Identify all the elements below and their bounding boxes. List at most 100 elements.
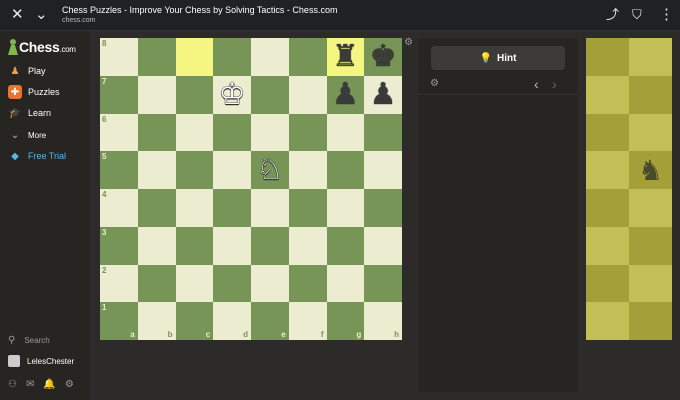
square-a3[interactable]: 3 (100, 226, 138, 265)
square-c3[interactable] (175, 226, 214, 265)
square-d8[interactable] (213, 38, 251, 76)
friends-icon[interactable]: ⚇ (8, 379, 17, 390)
square-g1[interactable]: g (326, 302, 365, 340)
square-g7[interactable]: ♟ (326, 75, 365, 114)
square-a4[interactable]: 4 (100, 189, 138, 227)
hint-button[interactable]: 💡 Hint (431, 46, 565, 70)
square-d6[interactable] (213, 113, 251, 152)
file-label: h (394, 330, 399, 339)
square-b1[interactable]: b (137, 302, 176, 340)
more-options-icon[interactable]: ⋮ (659, 5, 674, 25)
black-rook-piece[interactable]: ♜ (327, 38, 365, 76)
square-h7[interactable]: ♟ (364, 75, 402, 114)
square-c6[interactable] (175, 113, 214, 152)
square-b5[interactable] (137, 151, 176, 189)
square-d1[interactable]: d (213, 302, 251, 340)
square-d3[interactable] (213, 226, 251, 265)
square-b3[interactable] (137, 226, 176, 265)
square-a5[interactable]: 5 (100, 151, 138, 189)
chevron-down-icon[interactable]: ⌄ (35, 5, 48, 25)
square-g2[interactable] (326, 264, 365, 303)
sidebar-search[interactable]: ⚲ Search (8, 335, 50, 346)
next-move-icon[interactable]: › (552, 76, 557, 92)
square-d2[interactable] (213, 264, 251, 303)
square-a8[interactable]: 8 (100, 38, 138, 76)
square-g3[interactable] (326, 226, 365, 265)
square-a7[interactable]: 7 (100, 75, 138, 114)
settings-gear-icon[interactable]: ⚙ (65, 379, 74, 390)
sidebar-item-label: Play (28, 66, 46, 76)
square-g5[interactable] (326, 151, 365, 189)
square-f3[interactable] (288, 226, 327, 265)
square-e6[interactable] (251, 113, 289, 152)
sidebar-item-more[interactable]: ⌄ More (8, 127, 46, 143)
square-a2[interactable]: 2 (100, 264, 138, 303)
sidebar-item-puzzles[interactable]: ✚ Puzzles (8, 84, 60, 100)
square-e1[interactable]: e (251, 302, 289, 340)
square-c5[interactable] (175, 151, 214, 189)
square-e5[interactable]: ♘ (251, 151, 289, 189)
square-h8[interactable]: ♚ (364, 38, 402, 76)
square-g6[interactable] (326, 113, 365, 152)
black-pawn-piece[interactable]: ♟ (327, 76, 365, 114)
notifications-bell-icon[interactable]: 🔔 (43, 379, 55, 390)
square-c2[interactable] (175, 264, 214, 303)
square-h2[interactable] (364, 264, 402, 303)
square-f8[interactable] (288, 38, 327, 76)
bookmark-icon[interactable]: ⛉ (632, 5, 642, 25)
square-f7[interactable] (288, 75, 327, 114)
square-g4[interactable] (326, 189, 365, 227)
square-h4[interactable] (364, 189, 402, 227)
sidebar-item-learn[interactable]: 🎓 Learn (8, 105, 51, 121)
square-e4[interactable] (251, 189, 289, 227)
avatar (8, 355, 20, 367)
square-e3[interactable] (251, 226, 289, 265)
square-c8[interactable] (175, 38, 214, 76)
square-b7[interactable] (137, 75, 176, 114)
sidebar-item-free-trial[interactable]: ◆ Free Trial (8, 148, 66, 164)
square-e2[interactable] (251, 264, 289, 303)
square-a1[interactable]: 1a (100, 302, 138, 340)
black-king-piece[interactable]: ♚ (364, 38, 402, 76)
white-king-piece[interactable]: ♔ (213, 76, 251, 114)
sidebar-item-play[interactable]: ♟ Play (8, 63, 46, 79)
square-f2[interactable] (288, 264, 327, 303)
black-pawn-piece[interactable]: ♟ (364, 76, 402, 114)
board-settings-gear-icon[interactable]: ⚙ (404, 37, 413, 48)
square-a6[interactable]: 6 (100, 113, 138, 152)
square-h6[interactable] (364, 113, 402, 152)
user-profile[interactable]: LelesChester (8, 355, 74, 367)
square-h5[interactable] (364, 151, 402, 189)
panel-settings-gear-icon[interactable]: ⚙ (430, 78, 439, 89)
square-e8[interactable] (251, 38, 289, 76)
square-b6[interactable] (137, 113, 176, 152)
sidebar-item-label: More (28, 130, 47, 140)
previous-move-icon[interactable]: ‹ (534, 76, 539, 92)
square-f4[interactable] (288, 189, 327, 227)
knight-piece-icon: ♞ (637, 154, 664, 186)
chess-com-logo[interactable]: Chess.com (8, 37, 76, 57)
square-f6[interactable] (288, 113, 327, 152)
chess-board[interactable]: 8 ♜ ♚ 7 ♔ ♟ ♟ 6 5 ♘ 4 3 2 1 a b c d e f g h (100, 38, 402, 340)
square-d7[interactable]: ♔ (213, 75, 251, 114)
square-c7[interactable] (175, 75, 214, 114)
square-b2[interactable] (137, 264, 176, 303)
square-f1[interactable]: f (288, 302, 327, 340)
white-knight-piece[interactable]: ♘ (251, 151, 289, 189)
square-f5[interactable] (288, 151, 327, 189)
square-h1[interactable]: h (364, 302, 402, 340)
square-h3[interactable] (364, 226, 402, 265)
square-b8[interactable] (137, 38, 176, 76)
sidebar: Chess.com ♟ Play ✚ Puzzles 🎓 Learn ⌄ Mor… (0, 31, 90, 400)
square-e7[interactable] (251, 75, 289, 114)
search-label: Search (24, 336, 50, 345)
square-c4[interactable] (175, 189, 214, 227)
messages-icon[interactable]: ✉ (26, 379, 34, 390)
square-d4[interactable] (213, 189, 251, 227)
square-g8[interactable]: ♜ (326, 38, 365, 76)
square-c1[interactable]: c (175, 302, 214, 340)
square-d5[interactable] (213, 151, 251, 189)
close-icon[interactable]: ✕ (11, 5, 24, 25)
share-icon[interactable]: ⤴ (606, 5, 619, 25)
square-b4[interactable] (137, 189, 176, 227)
